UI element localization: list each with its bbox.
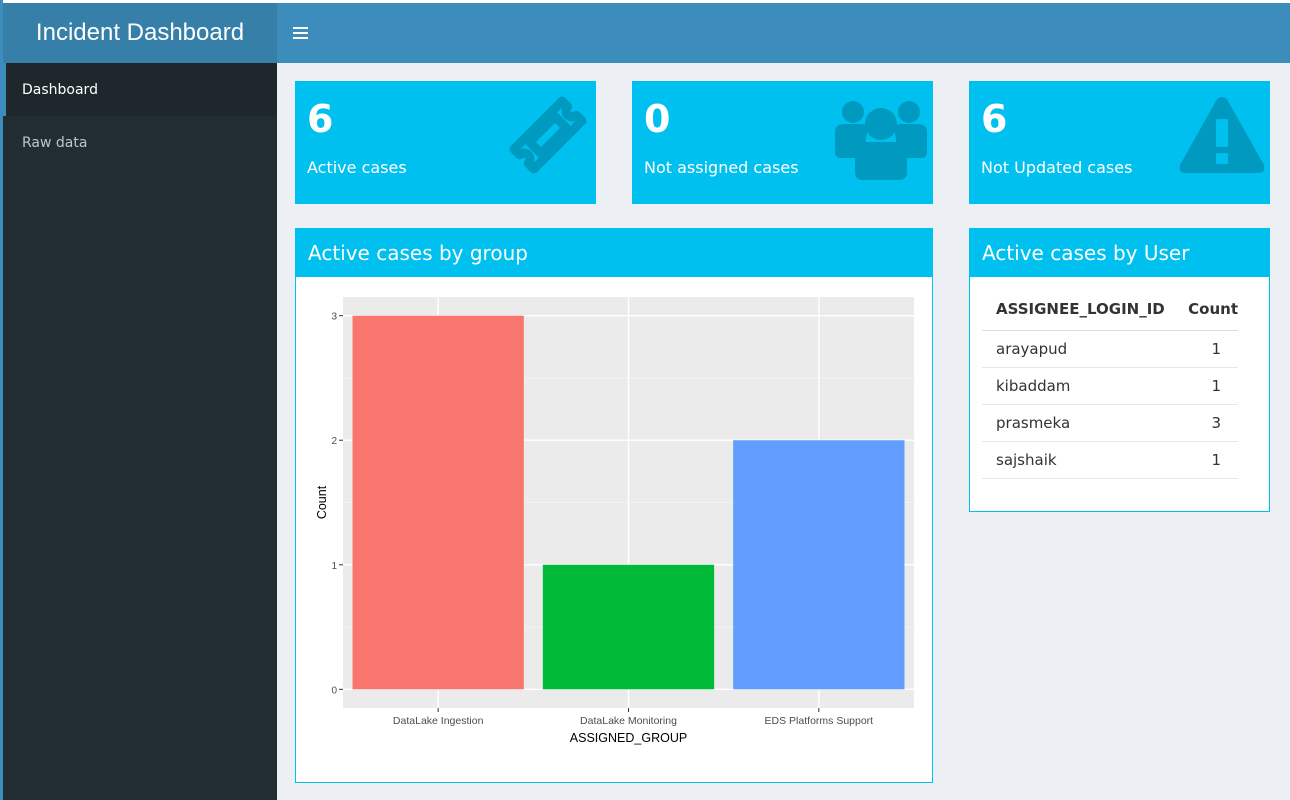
login-id-cell: kibaddam [982, 367, 1165, 405]
x-tick-label: DataLake Ingestion [393, 715, 484, 727]
login-id-cell: prasmeka [982, 404, 1165, 442]
x-tick-label: DataLake Monitoring [580, 715, 677, 727]
not-assigned-box: 0 Not assigned cases [632, 81, 933, 204]
x-tick-label: EDS Platforms Support [765, 715, 874, 727]
table-header-row: ASSIGNEE_LOGIN_ID Count [982, 288, 1238, 331]
ticket-icon [509, 96, 587, 174]
not-updated-label: Not Updated cases [981, 158, 1133, 177]
users-icon [835, 101, 927, 180]
y-tick-label: 1 [331, 561, 337, 572]
sidebar-toggle-icon[interactable] [293, 23, 311, 43]
table-row: sajshaik 1 [982, 441, 1238, 479]
y-axis-label: Count [315, 485, 329, 519]
bar-eds-platforms-support [733, 440, 905, 690]
window-left-edge [0, 0, 3, 800]
count-cell: 1 [1164, 441, 1238, 479]
y-tick-label: 0 [331, 685, 337, 696]
warning-icon [1179, 97, 1265, 173]
sidebar-item-raw-data[interactable]: Raw data [3, 116, 277, 169]
group-chart-title: Active cases by group [296, 229, 932, 277]
sidebar-item-dashboard[interactable]: Dashboard [3, 63, 277, 116]
y-tick-label: 2 [331, 436, 337, 447]
column-header-count[interactable]: Count [1164, 288, 1238, 331]
window-top-edge [0, 0, 1290, 3]
bar-datalake-monitoring [542, 564, 715, 690]
top-navbar [277, 3, 1290, 63]
table-row: prasmeka 3 [982, 404, 1238, 442]
bar-chart: 0 1 2 3 DataLake Ingestion DataLake Monitorin… [315, 297, 914, 745]
app-title: Incident Dashboard [3, 3, 277, 63]
sidebar-item-label: Dashboard [22, 81, 98, 98]
not-updated-count: 6 [981, 97, 1008, 141]
login-id-cell: sajshaik [982, 441, 1165, 479]
column-header-login-id[interactable]: ASSIGNEE_LOGIN_ID [982, 288, 1165, 331]
count-cell: 1 [1164, 330, 1238, 368]
sidebar-item-label: Raw data [22, 134, 88, 151]
not-assigned-count: 0 [644, 97, 671, 141]
login-id-cell: arayapud [982, 330, 1165, 368]
group-chart-panel: Active cases by group 0 1 2 3 DataLake Inges… [295, 228, 933, 783]
sidebar: Dashboard Raw data [3, 63, 277, 800]
user-table-title: Active cases by User [970, 229, 1269, 277]
active-cases-label: Active cases [307, 158, 407, 177]
table-row: kibaddam 1 [982, 367, 1238, 405]
count-cell: 3 [1164, 404, 1238, 442]
not-updated-box: 6 Not Updated cases [969, 81, 1270, 204]
active-cases-count: 6 [307, 97, 334, 141]
bar-datalake-ingestion [352, 315, 524, 690]
y-tick-label: 3 [331, 312, 337, 323]
x-axis-label: ASSIGNED_GROUP [570, 731, 687, 745]
active-cases-box: 6 Active cases [295, 81, 596, 204]
not-assigned-label: Not assigned cases [644, 158, 799, 177]
user-table: ASSIGNEE_LOGIN_ID Count arayapud 1 kibad… [982, 288, 1238, 479]
user-table-panel: Active cases by User ASSIGNEE_LOGIN_ID C… [969, 228, 1270, 512]
table-row: arayapud 1 [982, 330, 1238, 368]
count-cell: 1 [1164, 367, 1238, 405]
